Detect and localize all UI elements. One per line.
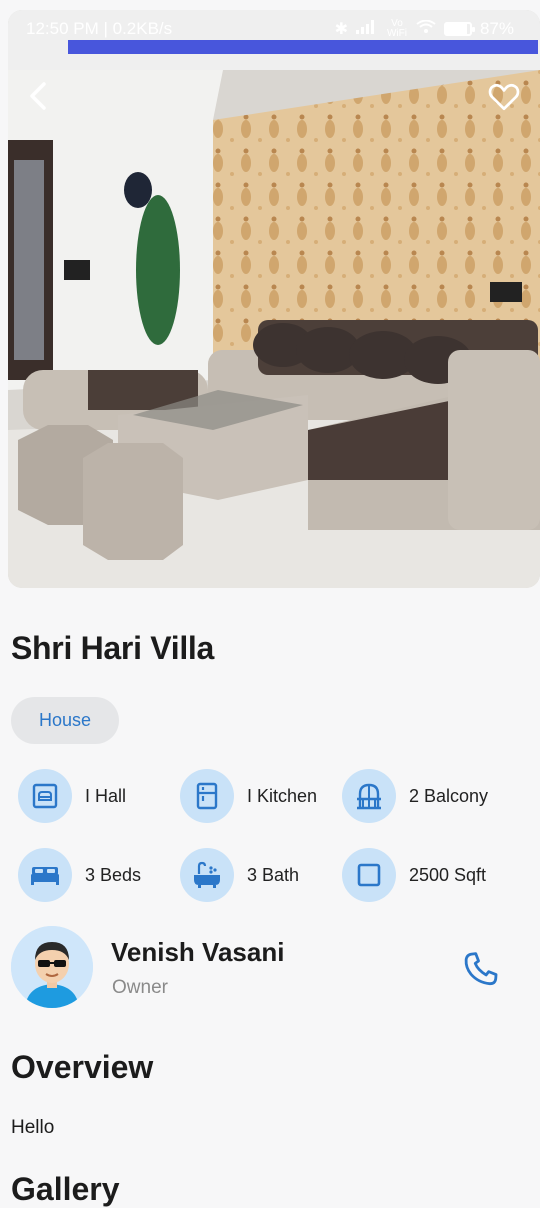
vowifi-label: Vo WiFi [386, 18, 407, 39]
feature-label: 2 Balcony [409, 785, 489, 806]
owner-role: Owner [112, 977, 168, 998]
back-button[interactable] [22, 76, 56, 116]
feature-bath: 3 Bath [180, 848, 299, 902]
bluetooth-icon: ✱ [334, 21, 348, 38]
feature-label: I Hall [85, 785, 127, 806]
property-type-chip[interactable]: House [11, 697, 119, 744]
feature-label: 3 Beds [85, 864, 142, 885]
avatar[interactable] [11, 926, 93, 1008]
favorite-button[interactable] [486, 78, 522, 114]
feature-label: I Kitchen [247, 785, 318, 806]
owner-name: Venish Vasani [111, 937, 285, 967]
area-square-icon [342, 848, 396, 902]
battery-percent: 87% [479, 19, 514, 38]
balcony-icon [342, 769, 396, 823]
status-time: 12:50 PM | 0.2KB/s [26, 19, 173, 38]
feature-balcony: 2 Balcony [342, 769, 488, 823]
feature-label: 3 Bath [247, 864, 300, 885]
overview-text: Hello [11, 1117, 55, 1138]
status-bar: 12:50 PM | 0.2KB/s ✱ Vo WiFi 87% [0, 10, 540, 48]
feature-label: 2500 Sqft [409, 864, 487, 885]
bed-icon [18, 848, 72, 902]
gallery-heading: Gallery [11, 1171, 120, 1207]
chevron-left-icon [30, 82, 46, 110]
battery-icon [443, 22, 475, 36]
feature-beds: 3 Beds [18, 848, 141, 902]
property-hero-image [8, 10, 540, 588]
feature-hall: I Hall [18, 769, 126, 823]
wifi-icon [416, 19, 436, 39]
call-button[interactable] [460, 948, 502, 990]
phone-icon [464, 952, 498, 986]
property-title: Shri Hari Villa [11, 630, 215, 666]
signal-icon [355, 19, 378, 39]
overview-heading: Overview [11, 1049, 154, 1085]
feature-area: 2500 Sqft [342, 848, 486, 902]
heart-outline-icon [488, 83, 520, 111]
feature-kitchen: I Kitchen [180, 769, 317, 823]
bathtub-icon [180, 848, 234, 902]
sofa-frame-icon [18, 769, 72, 823]
kitchen-icon [180, 769, 234, 823]
